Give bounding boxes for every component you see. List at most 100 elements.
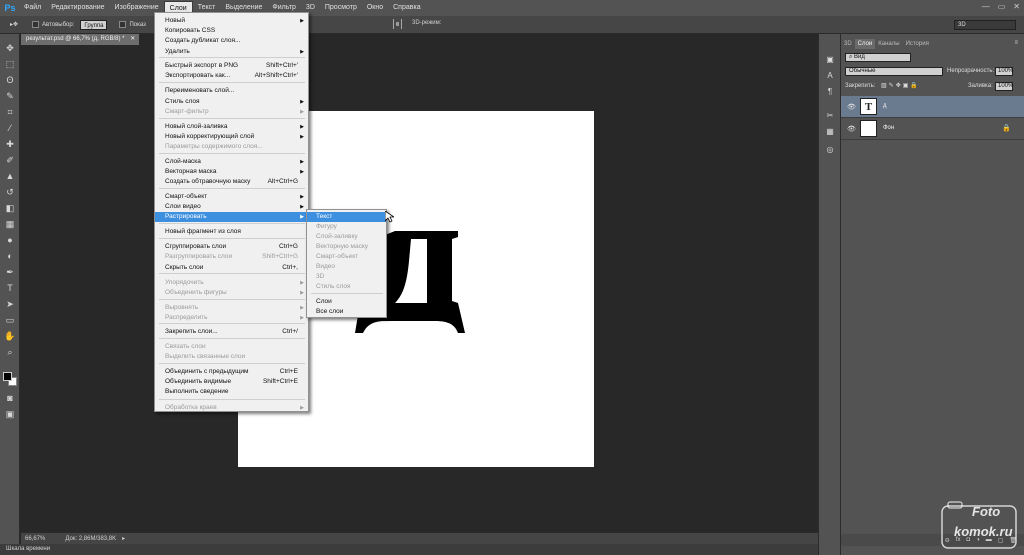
layer-menu-item[interactable]: Выполнить сведение [155,387,308,397]
move-tool-icon[interactable]: ✥ [3,42,17,54]
rasterize-submenu-item[interactable]: Слои [307,297,386,307]
timeline-bar[interactable]: Шкала времени [0,544,818,555]
clone-source-icon[interactable]: ◎ [824,144,836,155]
layer-menu-item[interactable]: Связать слои [155,342,308,352]
menu-0[interactable]: Файл [19,1,46,15]
opacity-input[interactable]: 100% [995,67,1013,76]
layer-menu-item[interactable]: Новый корректирующий слой ▶ [155,132,308,142]
layer-row-background[interactable]: 👁 Фон 🔒 [841,118,1024,140]
tab-3d[interactable]: 3D [841,39,855,49]
dodge-tool-icon[interactable]: ◐ [3,250,17,262]
menu-8[interactable]: Просмотр [320,1,362,15]
layer-menu-item[interactable]: Новый слой-заливка ▶ [155,122,308,132]
layer-menu-item[interactable]: Смарт-фильтр ▶ [155,107,308,117]
rasterize-submenu-item[interactable]: Слой-заливку [307,232,386,242]
blur-tool-icon[interactable]: ● [3,234,17,246]
rasterize-submenu-item[interactable]: Векторную маску [307,242,386,252]
zoom-level[interactable]: 66,67% [25,536,45,542]
layer-menu-item[interactable]: Быстрый экспорт в PNG Shift+Ctrl+' [155,61,308,71]
layer-menu-item[interactable]: Стиль слоя ▶ [155,97,308,107]
layer-menu-item[interactable]: Объединить видимые Shift+Ctrl+E [155,377,308,387]
character-panel-icon[interactable]: A [824,70,836,81]
layer-menu-item[interactable]: Слои видео ▶ [155,202,308,212]
layer-menu-item[interactable]: Векторная маска ▶ [155,167,308,177]
layer-menu-item[interactable]: Создать обтравочную маску Alt+Ctrl+G [155,177,308,187]
close-document-icon[interactable]: ✕ [130,36,135,42]
layer-name[interactable]: д [883,103,887,109]
tab-history[interactable]: История [903,39,932,49]
layer-menu-item[interactable]: Новый фрагмент из слоя [155,227,308,237]
auto-select-checkbox[interactable] [32,21,40,28]
path-select-tool-icon[interactable]: ➤ [3,298,17,310]
layer-menu-item[interactable]: Обработка краев ▶ [155,403,308,413]
panel-menu-icon[interactable]: ≡ [1014,40,1018,46]
layer-menu-item[interactable]: Смарт-объект ▶ [155,192,308,202]
crop-tool-icon[interactable]: ⌗ [3,106,17,118]
tab-channels[interactable]: Каналы [875,39,902,49]
layer-menu-item[interactable]: Разгруппировать слои Shift+Ctrl+G [155,252,308,262]
menu-9[interactable]: Окно [362,1,388,15]
layer-menu-item[interactable]: Копировать CSS [155,26,308,36]
layer-menu-item[interactable]: Удалить ▶ [155,47,308,57]
layer-menu-item[interactable]: Распределить ▶ [155,313,308,323]
pen-tool-icon[interactable]: ✒ [3,266,17,278]
layer-menu-item[interactable]: Объединить с предыдущим Ctrl+E [155,367,308,377]
marquee-tool-icon[interactable]: ⬚ [3,58,17,70]
blend-mode-select[interactable]: Обычные [845,67,943,76]
layer-menu-item[interactable]: Упорядочить ▶ [155,278,308,288]
stamp-tool-icon[interactable]: ▲ [3,170,17,182]
fill-input[interactable]: 100% [995,82,1013,91]
healing-tool-icon[interactable]: ✚ [3,138,17,150]
type-tool-icon[interactable]: T [3,282,17,294]
tools-preset-icon[interactable]: ✂ [824,110,836,121]
rasterize-submenu-item[interactable]: Смарт-объект [307,252,386,262]
align-left-icon[interactable] [393,19,402,29]
rasterize-submenu-item[interactable]: 3D [307,272,386,282]
foreground-color-swatch[interactable] [3,372,12,381]
auto-select-dropdown[interactable]: Группа [80,19,108,30]
layer-menu-item[interactable]: Сгруппировать слои Ctrl+G [155,242,308,252]
move-tool-icon[interactable]: ▸✥ [10,21,18,28]
layer-menu-item[interactable]: Выровнять ▶ [155,303,308,313]
gradient-tool-icon[interactable]: ▦ [3,218,17,230]
layer-name[interactable]: Фон [883,125,894,131]
workspace-select[interactable]: 3D [954,20,1016,30]
color-panel-icon[interactable]: ▣ [824,54,836,65]
shape-tool-icon[interactable]: ▭ [3,314,17,326]
maximize-icon[interactable]: ▭ [998,2,1006,11]
brush-panel-icon[interactable]: ▦ [824,126,836,137]
menu-10[interactable]: Справка [388,1,425,15]
quick-mask-icon[interactable]: ◙ [3,392,17,404]
layer-menu-item[interactable]: Растрировать ▶ [155,212,308,222]
menu-1[interactable]: Редактирование [46,1,109,15]
screen-mode-icon[interactable]: ▣ [3,408,17,420]
lock-options-icons[interactable]: ▧✎✥▣🔒 [881,82,920,89]
eraser-tool-icon[interactable]: ◧ [3,202,17,214]
eyedropper-tool-icon[interactable]: ⁄ [3,122,17,134]
zoom-tool-icon[interactable]: ⌕ [3,346,17,358]
layer-menu-item[interactable]: Объединить фигуры ▶ [155,288,308,298]
close-window-icon[interactable]: ✕ [1013,2,1020,11]
rasterize-submenu-item[interactable]: Фигуру [307,222,386,232]
rasterize-submenu-item[interactable]: Все слои [307,307,386,317]
layer-menu-item[interactable]: Создать дубликат слоя... [155,36,308,46]
layer-menu-item[interactable]: Выделить связанные слои [155,352,308,362]
tab-layers[interactable]: Слои [854,39,876,49]
layer-filter-select[interactable]: ⌕ Вид [845,53,911,62]
paragraph-panel-icon[interactable]: ¶ [824,86,836,97]
quick-select-tool-icon[interactable]: ✎ [3,90,17,102]
layer-row-text[interactable]: 👁 T д [841,96,1024,118]
layer-menu-item[interactable]: Экспортировать как... Alt+Shift+Ctrl+' [155,71,308,81]
hand-tool-icon[interactable]: ✋ [3,330,17,342]
layer-menu-item[interactable]: Параметры содержимого слоя... [155,142,308,152]
lasso-tool-icon[interactable]: ʘ [3,74,17,86]
layer-menu-item[interactable]: Слой-маска ▶ [155,157,308,167]
show-controls-checkbox[interactable] [119,21,127,28]
status-arrow-icon[interactable]: ▸ [122,535,125,542]
history-brush-icon[interactable]: ↺ [3,186,17,198]
document-tab[interactable]: результат.psd @ 66,7% (д, RGB/8) * ✕ [21,34,139,45]
rasterize-submenu-item[interactable]: Текст [307,212,386,222]
eye-icon[interactable]: 👁 [847,103,856,111]
rasterize-submenu-item[interactable]: Стиль слоя [307,282,386,292]
rasterize-submenu-item[interactable]: Видео [307,262,386,272]
